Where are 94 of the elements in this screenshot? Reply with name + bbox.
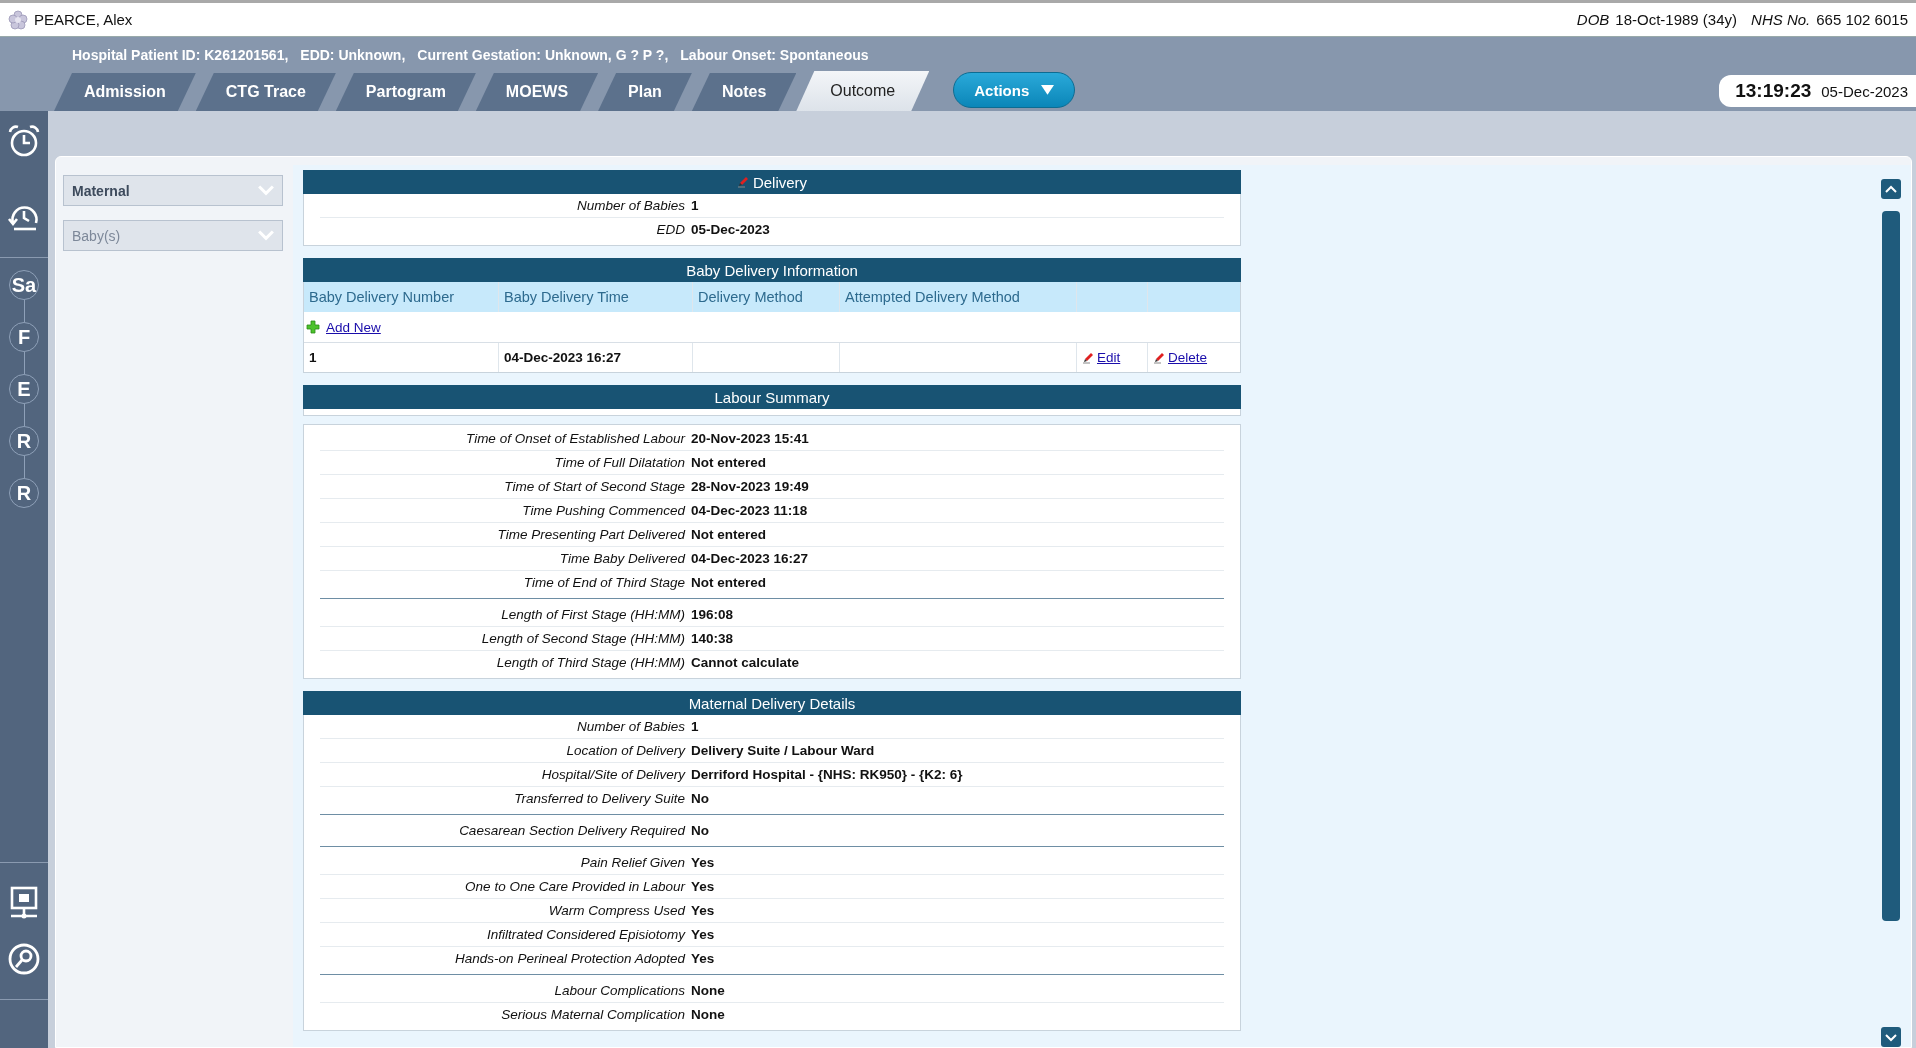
field-value: 20-Nov-2023 15:41	[691, 431, 809, 446]
add-new-link[interactable]: Add New	[326, 319, 381, 335]
dob-label: DOB	[1576, 11, 1610, 28]
tab[interactable]: MOEWS	[475, 73, 599, 111]
field-value: 05-Dec-2023	[691, 222, 770, 237]
patient-info: Current Gestation: Unknown, G ? P ?,	[417, 47, 669, 65]
field-label: Time Baby Delivered	[558, 551, 687, 566]
field-value: 140:38	[691, 631, 734, 646]
field-value: Yes	[691, 855, 715, 870]
patient-info: Labour Onset: Spontaneous	[680, 47, 869, 65]
tab[interactable]: Outcome	[796, 71, 930, 111]
field-label: Infiltrated Considered Episiotomy	[485, 927, 687, 942]
pencil-icon	[736, 176, 749, 188]
field-label: Location of Delivery	[565, 743, 687, 758]
dob-value: 18-Oct-1989 (34y)	[1615, 11, 1738, 28]
pencil-icon	[1082, 351, 1094, 364]
clock-date: 05-Dec-2023	[1821, 82, 1908, 100]
field-value: 04-Dec-2023 16:27	[691, 551, 809, 566]
scroll-up-button[interactable]	[1881, 179, 1901, 199]
field-value: Not entered	[691, 455, 766, 470]
field-value: 28-Nov-2023 19:49	[691, 479, 809, 494]
plus-icon	[306, 320, 320, 334]
field-label: Time of Onset of Established Labour	[465, 431, 687, 446]
clock-time: 13:19:23	[1735, 80, 1812, 102]
field-label: Pain Relief Given	[579, 855, 686, 870]
tab[interactable]: Plan	[598, 73, 692, 111]
field-label: Length of Third Stage (HH:MM)	[495, 655, 686, 670]
nhs-label: NHS No.	[1751, 11, 1811, 28]
pencil-icon	[1153, 351, 1165, 364]
section-title: Delivery	[752, 173, 808, 191]
column-header: Delivery Method	[693, 282, 840, 312]
field-label: Length of First Stage (HH:MM)	[500, 607, 686, 622]
field-label: Time of Start of Second Stage	[503, 479, 686, 494]
field-label: Warm Compress Used	[547, 903, 687, 918]
field-value: Derriford Hospital - {NHS: RK950} - {K2: 6}	[691, 767, 963, 782]
tab[interactable]: Admission	[54, 73, 196, 111]
tab[interactable]: CTG Trace	[195, 73, 336, 111]
field-label: Time Presenting Part Delivered	[496, 527, 687, 542]
chevron-down-icon	[258, 185, 274, 196]
field-label: Length of Second Stage (HH:MM)	[480, 631, 686, 646]
field-label: Hospital/Site of Delivery	[540, 767, 687, 782]
table-cell: 1	[304, 343, 499, 372]
field-label: Hands-on Perineal Protection Adopted	[454, 951, 687, 966]
field-value: Yes	[691, 879, 715, 894]
nhs-value: 665 102 6015	[1816, 11, 1908, 28]
scrollbar-thumb[interactable]	[1882, 211, 1900, 921]
field-label: Caesarean Section Delivery Required	[458, 823, 687, 838]
field-value: 04-Dec-2023 11:18	[691, 503, 808, 518]
field-value: Cannot calculate	[691, 655, 800, 670]
field-label: Number of Babies	[575, 198, 686, 213]
field-label: Transferred to Delivery Suite	[513, 791, 686, 806]
column-header: Baby Delivery Time	[499, 282, 693, 312]
field-value: 196:08	[691, 607, 734, 622]
caret-icon	[1041, 84, 1055, 96]
patient-info: Hospital Patient ID: K261201561,	[72, 47, 289, 65]
field-value: No	[691, 791, 709, 806]
field-value: 1	[691, 719, 699, 734]
field-value: Yes	[691, 927, 715, 942]
field-value: 1	[691, 198, 699, 213]
delete-link[interactable]: Delete	[1168, 350, 1208, 365]
search-icon[interactable]	[6, 941, 42, 977]
field-label: Time of End of Third Stage	[522, 575, 686, 590]
field-value: None	[691, 1007, 725, 1022]
patient-info: EDD: Unknown,	[300, 47, 406, 65]
tab[interactable]: Notes	[691, 73, 797, 111]
field-label: EDD	[655, 222, 686, 237]
column-header: Baby Delivery Number	[304, 282, 499, 312]
field-value: Not entered	[691, 527, 766, 542]
field-value: None	[691, 983, 725, 998]
section-title: Baby Delivery Information	[686, 261, 858, 279]
scroll-down-button[interactable]	[1881, 1027, 1901, 1047]
dropdown[interactable]: Maternal	[63, 175, 283, 206]
tab[interactable]: Partogram	[335, 73, 476, 111]
field-label: Time of Full Dilatation	[553, 455, 686, 470]
field-value: Yes	[691, 951, 715, 966]
field-value: Delivery Suite / Labour Ward	[691, 743, 875, 758]
alarm-clock-icon[interactable]	[6, 123, 42, 159]
section-title: Labour Summary	[714, 388, 830, 406]
patient-name: PEARCE, Alex	[34, 11, 133, 28]
chevron-down-icon	[258, 230, 274, 241]
section-title: Maternal Delivery Details	[688, 694, 856, 712]
field-value: No	[691, 823, 709, 838]
actions-button[interactable]: Actions	[953, 72, 1076, 108]
field-value: Not entered	[691, 575, 766, 590]
column-header: Attempted Delivery Method	[840, 282, 1077, 312]
field-label: Number of Babies	[575, 719, 686, 734]
table-cell: 04-Dec-2023 16:27	[499, 343, 693, 372]
field-value: Yes	[691, 903, 715, 918]
flower-icon	[8, 9, 28, 30]
edit-link[interactable]: Edit	[1097, 350, 1121, 365]
field-label: One to One Care Provided in Labour	[464, 879, 687, 894]
field-label: Labour Complications	[553, 983, 686, 998]
field-label: Serious Maternal Complication	[500, 1007, 686, 1022]
field-label: Time Pushing Commenced	[521, 503, 687, 518]
